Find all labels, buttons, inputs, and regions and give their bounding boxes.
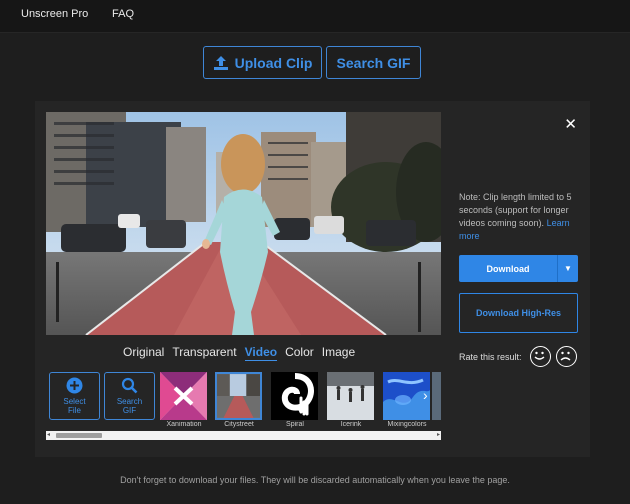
result-tabs: Original Transparent Video Color Image	[123, 345, 355, 361]
tab-image[interactable]: Image	[322, 345, 355, 361]
smiley-happy-icon[interactable]	[529, 346, 551, 367]
search-gif-button[interactable]: Search GIF	[326, 46, 421, 79]
select-file-button[interactable]: Select File	[49, 372, 100, 420]
strip-search-gif-label: Search GIF	[116, 397, 143, 415]
plus-circle-icon	[66, 377, 83, 394]
download-options-caret-icon[interactable]: ▼	[558, 255, 578, 282]
bg-thumb-spiral[interactable]	[271, 372, 318, 420]
background-labels-row: Xanimation Citystreet Spiral Icerink Mix…	[46, 421, 441, 431]
result-panel: ✕ Note: Clip length limited to 5 seconds…	[35, 101, 590, 457]
bg-thumb-citystreet[interactable]	[215, 372, 262, 420]
bg-thumb-next-partial	[432, 372, 441, 420]
scrollbar-thumb[interactable]	[56, 433, 102, 438]
tab-color[interactable]: Color	[285, 345, 314, 361]
top-nav: Unscreen Pro FAQ	[0, 0, 630, 33]
download-button-group: Download ▼	[459, 255, 578, 282]
smiley-sad-icon[interactable]	[555, 346, 577, 367]
tab-video[interactable]: Video	[244, 345, 278, 361]
background-strip: Select File Search GIF ›	[46, 371, 441, 421]
rate-result: Rate this result:	[459, 346, 577, 367]
upload-icon	[213, 55, 228, 70]
preview-scene	[46, 112, 441, 335]
bg-caption-spiral: Spiral	[286, 421, 304, 428]
clip-length-note: Note: Clip length limited to 5 seconds (…	[459, 191, 579, 243]
discard-notice: Don't forget to download your files. The…	[120, 475, 510, 485]
result-preview	[46, 112, 441, 335]
nav-brand-link[interactable]: Unscreen Pro	[21, 8, 88, 20]
scroll-left-arrow-icon[interactable]: ◂	[47, 431, 50, 438]
search-gif-label: Search GIF	[336, 54, 411, 71]
tab-transparent[interactable]: Transparent	[172, 345, 236, 361]
upload-clip-label: Upload Clip	[234, 54, 313, 71]
search-icon	[121, 377, 138, 394]
bg-caption-mixingcolors: Mixingcolors	[387, 421, 427, 428]
download-hires-button[interactable]: Download High-Res	[459, 293, 578, 333]
bg-thumb-xanimation[interactable]	[160, 372, 207, 420]
upload-clip-button[interactable]: Upload Clip	[203, 46, 322, 79]
strip-search-gif-button[interactable]: Search GIF	[104, 372, 155, 420]
scroll-right-arrow-icon[interactable]: ▸	[437, 431, 440, 438]
select-file-label: Select File	[63, 397, 86, 415]
strip-scrollbar[interactable]: ◂ ▸	[46, 431, 441, 440]
bg-caption-icerink: Icerink	[340, 421, 362, 428]
scroll-right-chevron-icon[interactable]: ›	[423, 387, 428, 403]
bg-caption-xanimation: Xanimation	[166, 421, 202, 428]
close-icon[interactable]: ✕	[564, 115, 577, 133]
bg-caption-citystreet: Citystreet	[224, 421, 254, 428]
bg-thumb-icerink[interactable]	[327, 372, 374, 420]
tab-original[interactable]: Original	[123, 345, 164, 361]
nav-faq-link[interactable]: FAQ	[112, 8, 134, 20]
download-button[interactable]: Download	[459, 255, 558, 282]
main-actions: Upload Clip Search GIF	[0, 46, 630, 79]
rate-label: Rate this result:	[459, 351, 522, 362]
